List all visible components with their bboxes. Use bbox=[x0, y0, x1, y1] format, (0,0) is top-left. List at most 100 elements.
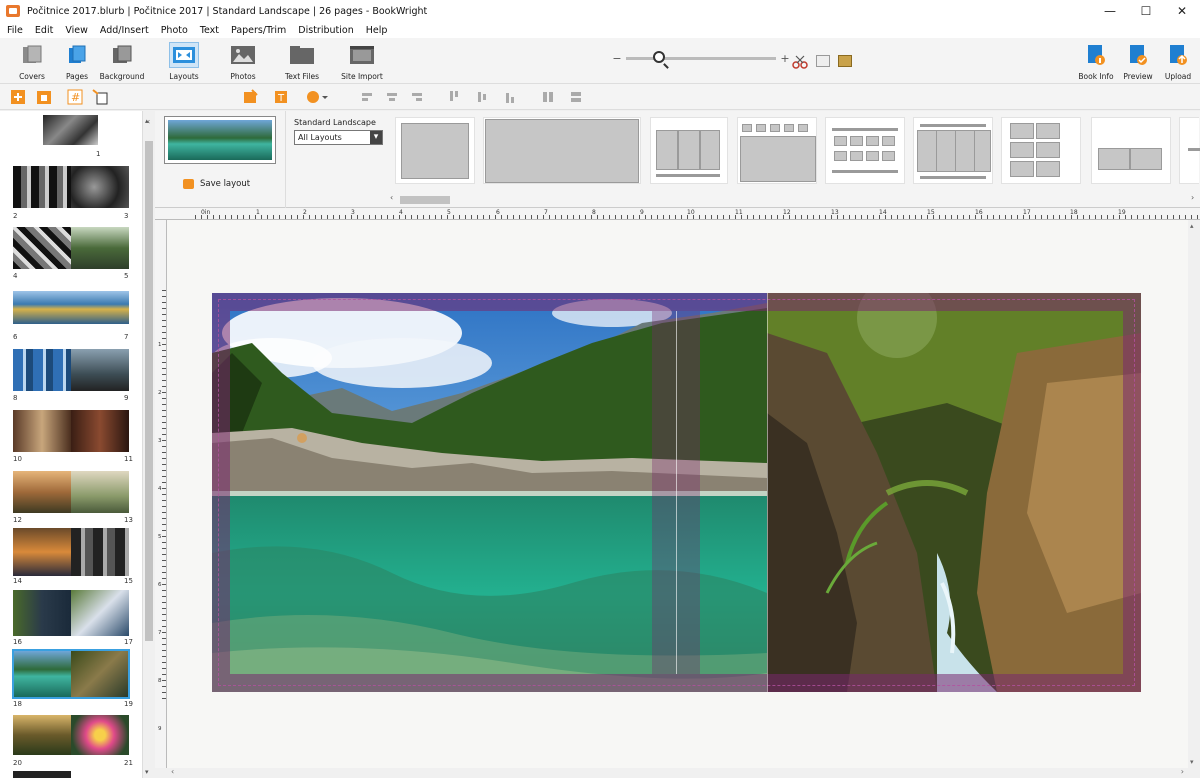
page-thumb-image bbox=[13, 590, 71, 636]
scroll-left-arrow-icon[interactable]: ‹ bbox=[171, 767, 174, 776]
layout-template-7[interactable] bbox=[1001, 117, 1081, 184]
scroll-right-arrow-icon[interactable]: › bbox=[1181, 767, 1184, 776]
distribute-horizontal-icon[interactable] bbox=[542, 91, 554, 103]
spread-thumb-12-13[interactable] bbox=[13, 471, 129, 513]
align-bottom-icon[interactable] bbox=[504, 91, 516, 103]
template-caption-line bbox=[920, 176, 986, 179]
scrollbar-thumb[interactable] bbox=[400, 196, 450, 204]
spread-thumb-2-3[interactable] bbox=[13, 166, 129, 208]
template-photo-box bbox=[866, 151, 879, 161]
page-thumb-1[interactable] bbox=[43, 115, 98, 145]
ruler-ticks bbox=[162, 290, 166, 700]
page-number-label: 17 bbox=[124, 638, 133, 646]
layout-filter-dropdown[interactable]: All Layouts bbox=[294, 130, 383, 145]
spread-view-icon[interactable] bbox=[838, 55, 852, 67]
spread-thumb-6-7[interactable] bbox=[13, 291, 129, 324]
page-thumb-image bbox=[13, 227, 71, 269]
page-thumb-image bbox=[13, 528, 71, 576]
scroll-left-arrow-icon[interactable]: ‹ bbox=[390, 193, 393, 202]
distribute-vertical-icon[interactable] bbox=[570, 91, 582, 103]
align-left-icon[interactable] bbox=[362, 91, 374, 103]
maximize-button[interactable]: ☐ bbox=[1128, 0, 1164, 22]
spread-thumb-10-11[interactable] bbox=[13, 410, 129, 452]
align-top-icon[interactable] bbox=[448, 91, 460, 103]
page-spread-18-19[interactable] bbox=[212, 293, 1141, 692]
layout-template-3[interactable] bbox=[650, 117, 728, 184]
template-photo-box bbox=[485, 119, 639, 183]
zoom-slider[interactable] bbox=[626, 51, 776, 63]
align-center-icon[interactable] bbox=[386, 91, 398, 103]
layout-template-9-partial[interactable] bbox=[1179, 117, 1200, 184]
align-right-icon[interactable] bbox=[410, 91, 422, 103]
menu-help[interactable]: Help bbox=[366, 25, 388, 36]
menu-edit[interactable]: Edit bbox=[35, 25, 53, 36]
grid-view-icon[interactable] bbox=[816, 55, 830, 67]
spread-thumb-8-9[interactable] bbox=[13, 349, 129, 391]
layout-template-1[interactable] bbox=[395, 117, 475, 184]
layout-template-8[interactable] bbox=[1091, 117, 1171, 184]
page-number-label: 2 bbox=[13, 212, 18, 220]
page-number-label: 6 bbox=[13, 333, 18, 341]
add-page-icon[interactable] bbox=[10, 89, 26, 105]
current-layout-preview[interactable] bbox=[164, 116, 276, 164]
menu-view[interactable]: View bbox=[65, 25, 88, 36]
add-photo-box-icon[interactable] bbox=[243, 89, 259, 105]
text-files-button[interactable]: Text Files bbox=[276, 42, 328, 81]
page-thumb-image bbox=[71, 590, 129, 636]
add-text-box-icon[interactable]: T bbox=[274, 89, 290, 105]
menu-papers-trim[interactable]: Papers/Trim bbox=[231, 25, 286, 36]
upload-button[interactable]: Upload bbox=[1152, 42, 1200, 81]
layout-category-title: Standard Landscape bbox=[294, 118, 376, 127]
spread-thumb-16-17[interactable] bbox=[13, 590, 129, 636]
page-number-label: 3 bbox=[124, 212, 129, 220]
layouts-button[interactable]: Layouts bbox=[158, 42, 210, 81]
cut-icon[interactable] bbox=[792, 55, 808, 69]
scroll-up-arrow-icon[interactable]: ▴ bbox=[1190, 222, 1194, 230]
minimize-button[interactable]: — bbox=[1092, 0, 1128, 22]
zoom-magnifier-knob[interactable] bbox=[653, 51, 665, 63]
site-import-icon bbox=[347, 42, 377, 68]
page-break-icon[interactable] bbox=[92, 89, 108, 105]
page-thumb-image bbox=[13, 291, 129, 324]
spread-thumb-4-5[interactable] bbox=[13, 227, 129, 269]
scroll-down-arrow-icon[interactable]: ▾ bbox=[1190, 758, 1194, 766]
layouts-horizontal-scrollbar[interactable]: ‹ bbox=[390, 193, 1195, 205]
scrollbar-thumb[interactable] bbox=[145, 141, 153, 641]
scroll-down-arrow-icon[interactable]: ▾ bbox=[145, 768, 149, 776]
collapse-panel-icon[interactable]: ‹ bbox=[147, 117, 150, 126]
menu-add-insert[interactable]: Add/Insert bbox=[100, 25, 149, 36]
layout-template-5[interactable] bbox=[825, 117, 905, 184]
menu-distribution[interactable]: Distribution bbox=[298, 25, 353, 36]
scroll-right-arrow-icon[interactable]: › bbox=[1191, 193, 1194, 202]
delete-page-icon[interactable] bbox=[36, 89, 52, 105]
layout-template-6[interactable] bbox=[913, 117, 993, 184]
save-layout-button[interactable]: Save layout bbox=[183, 179, 250, 189]
zoom-in-button[interactable]: + bbox=[780, 52, 790, 65]
template-photo-grid bbox=[917, 130, 991, 172]
canvas-vertical-scrollbar[interactable]: ▴ ▾ bbox=[1188, 220, 1200, 768]
background-button[interactable]: Background bbox=[96, 42, 148, 81]
spread-thumb-18-19-selected[interactable] bbox=[12, 649, 130, 699]
zoom-out-button[interactable]: − bbox=[612, 52, 622, 65]
menu-text[interactable]: Text bbox=[200, 25, 219, 36]
layout-template-2[interactable] bbox=[483, 117, 641, 184]
page-number-label: 10 bbox=[13, 455, 22, 463]
canvas-horizontal-scrollbar[interactable]: ‹ › bbox=[167, 767, 1188, 778]
page-number-label: 21 bbox=[124, 759, 133, 767]
covers-icon bbox=[17, 42, 47, 68]
close-button[interactable]: ✕ bbox=[1164, 0, 1200, 22]
photos-button[interactable]: Photos bbox=[217, 42, 269, 81]
menu-file[interactable]: File bbox=[7, 25, 23, 36]
page-panel-scrollbar[interactable]: ▴ ▾ bbox=[142, 111, 154, 778]
page-thumb-image bbox=[71, 410, 129, 452]
spread-thumb-20-21[interactable] bbox=[13, 715, 129, 755]
page-number-icon[interactable]: # bbox=[67, 89, 83, 105]
menu-photo[interactable]: Photo bbox=[161, 25, 188, 36]
add-shape-dropdown-icon[interactable] bbox=[305, 89, 329, 105]
layout-template-4[interactable] bbox=[737, 117, 817, 184]
template-photo-box bbox=[1098, 148, 1130, 170]
align-middle-icon[interactable] bbox=[476, 91, 488, 103]
site-import-button[interactable]: Site Import bbox=[336, 42, 388, 81]
spread-thumb-14-15[interactable] bbox=[13, 528, 129, 576]
page-thumb-image bbox=[13, 410, 71, 452]
